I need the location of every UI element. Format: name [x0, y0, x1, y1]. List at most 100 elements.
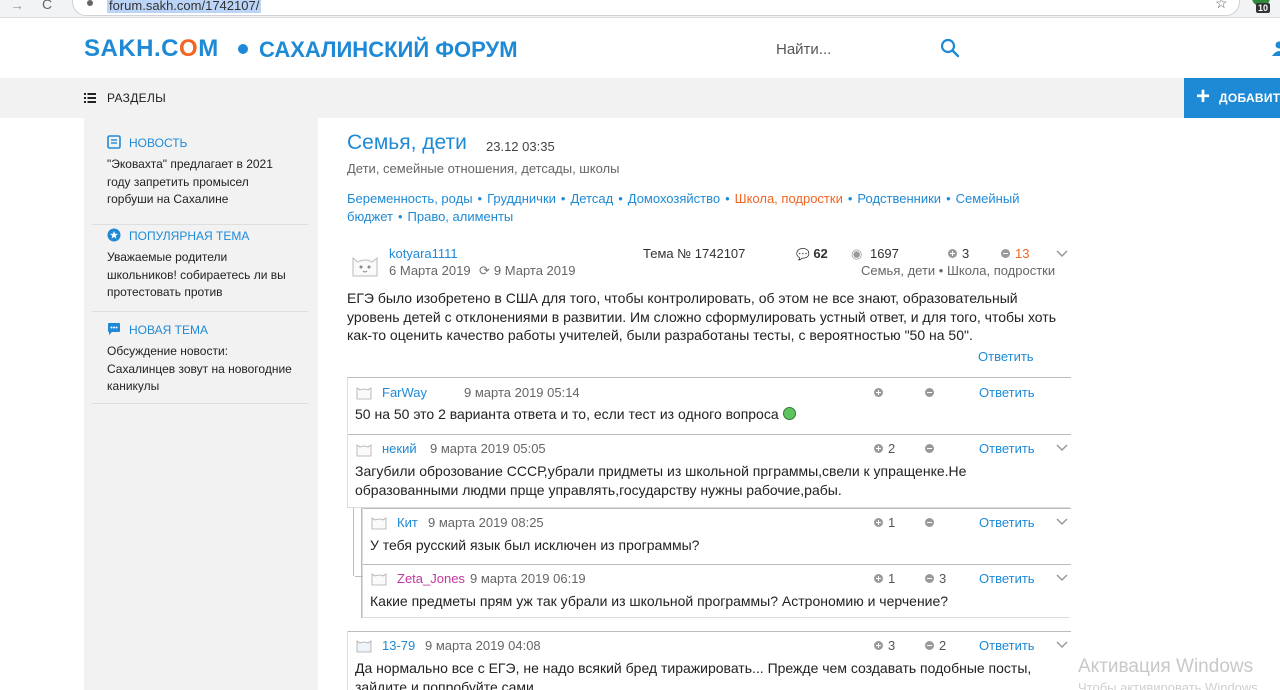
- reply-button[interactable]: Ответить: [979, 385, 1035, 400]
- add-button[interactable]: + ДОБАВИТЬ: [1184, 78, 1280, 118]
- comment-date: 9 марта 2019 06:19: [470, 571, 586, 586]
- comment-date: 9 марта 2019 08:25: [428, 515, 544, 530]
- comment-bubble-icon: 💬: [796, 249, 810, 261]
- site-title[interactable]: САХАЛИНСКИЙ ФОРУМ: [259, 37, 518, 63]
- user-icon[interactable]: [1270, 40, 1280, 58]
- comment-author[interactable]: Кит: [397, 515, 418, 530]
- comment-date: 9 марта 2019 04:08: [425, 638, 541, 653]
- subcategory-link[interactable]: Беременность, роды: [347, 191, 473, 206]
- search-icon[interactable]: [940, 38, 960, 58]
- sidebar-popular-text[interactable]: Уважаемые родители школьников! собираете…: [107, 249, 297, 302]
- subcategory-link[interactable]: Право, алименты: [408, 209, 514, 224]
- plus-vote[interactable]: [874, 385, 888, 400]
- reply-button[interactable]: Ответить: [979, 441, 1035, 456]
- comment: 13-79 9 марта 2019 04:08 3 2 Ответить Да…: [347, 631, 1071, 690]
- chevron-down-icon[interactable]: [1056, 518, 1068, 526]
- url-text[interactable]: forum.sakh.com/1742107/: [107, 0, 262, 13]
- address-bar[interactable]: forum.sakh.com/1742107/ ☆: [72, 0, 1240, 16]
- minus-vote[interactable]: [925, 515, 939, 530]
- topic-number: Тема № 1742107: [643, 246, 746, 261]
- sidebar-new-topic-title[interactable]: НОВАЯ ТЕМА: [129, 323, 208, 337]
- reload-icon[interactable]: C: [42, 0, 52, 12]
- comment-date: 9 марта 2019 05:14: [464, 385, 580, 400]
- news-icon: [107, 135, 121, 149]
- avatar[interactable]: [371, 572, 387, 586]
- chevron-down-icon[interactable]: [1056, 641, 1068, 649]
- chat-icon: [108, 323, 120, 335]
- plus-icon: +: [1196, 83, 1211, 110]
- comment: Zeta_Jones 9 марта 2019 06:19 1 3 Ответи…: [355, 564, 1071, 618]
- subcategory-link[interactable]: Домохозяйство: [628, 191, 720, 206]
- forum-time: 23.12 03:35: [486, 139, 555, 154]
- subcategory-link[interactable]: Детсад: [570, 191, 613, 206]
- sidebar-popular-title[interactable]: ПОПУЛЯРНАЯ ТЕМА: [129, 229, 249, 243]
- avatar[interactable]: [356, 443, 372, 457]
- forum-title[interactable]: Семья, дети: [347, 131, 467, 155]
- subcategory-link-active[interactable]: Школа, подростки: [735, 191, 843, 206]
- reply-button[interactable]: Ответить: [979, 515, 1035, 530]
- topic-categories[interactable]: Семья, дети • Школа, подростки: [861, 263, 1055, 278]
- reply-button[interactable]: Ответить: [979, 638, 1035, 653]
- chevron-down-icon[interactable]: [1056, 574, 1068, 582]
- sidebar: НОВОСТЬ "Эковахта" предлагает в 2021 год…: [84, 118, 318, 690]
- comment-text: Какие предметы прям уж так убрали из шко…: [370, 593, 949, 609]
- search-input[interactable]: [776, 38, 926, 60]
- plus-vote[interactable]: 3: [948, 246, 969, 261]
- avatar[interactable]: [371, 516, 387, 530]
- avatar[interactable]: [356, 639, 372, 653]
- sidebar-popular: ПОПУЛЯРНАЯ ТЕМА Уважаемые родители школь…: [92, 228, 308, 312]
- plus-vote[interactable]: 1: [874, 515, 895, 530]
- forum-description: Дети, семейные отношения, детсады, школы: [347, 161, 620, 176]
- minus-vote[interactable]: 13: [1001, 246, 1029, 261]
- views-count: ◉ 1697: [851, 246, 899, 261]
- comment: некий 9 марта 2019 05:05 2 Ответить Загу…: [347, 434, 1071, 508]
- comment-text: 50 на 50 это 2 варианта ответа и то, есл…: [355, 405, 1055, 424]
- smiley-icon: [782, 407, 796, 420]
- site-header: SAKH.COM САХАЛИНСКИЙ ФОРУМ: [0, 18, 1280, 78]
- minus-vote[interactable]: 2: [925, 638, 946, 653]
- back-arrow-icon[interactable]: →: [10, 0, 24, 13]
- subcategory-list: Беременность, роды • Грудднички • Детсад • Дом…: [347, 191, 1020, 224]
- comment-date: 9 марта 2019 05:05: [430, 441, 546, 456]
- sections-bar: РАЗДЕЛЫ + ДОБАВИТЬ: [0, 78, 1280, 118]
- menu-list-icon[interactable]: [84, 92, 96, 104]
- sidebar-news-text[interactable]: "Эковахта" предлагает в 2021 году запрет…: [107, 156, 297, 209]
- comment: FarWay 9 марта 2019 05:14 Ответить 50 на…: [347, 377, 1071, 433]
- comment-author[interactable]: некий: [382, 441, 417, 456]
- plus-vote[interactable]: 1: [874, 571, 895, 586]
- topic-author[interactable]: kotyara1111: [389, 246, 458, 261]
- windows-activation-hint: Чтобы активировать Windows: [1078, 680, 1258, 690]
- subcategory-link[interactable]: Грудднички: [487, 191, 556, 206]
- lock-icon[interactable]: [87, 0, 93, 6]
- minus-vote[interactable]: [925, 385, 939, 400]
- plus-vote[interactable]: 2: [874, 441, 895, 456]
- sidebar-news: НОВОСТЬ "Эковахта" предлагает в 2021 год…: [92, 135, 308, 225]
- thread-line: [353, 508, 354, 576]
- comments-count[interactable]: 💬 62: [796, 246, 828, 261]
- chevron-down-icon[interactable]: [1056, 250, 1068, 258]
- browser-toolbar: → C forum.sakh.com/1742107/ ☆ 10: [0, 0, 1280, 18]
- avatar[interactable]: [350, 252, 380, 278]
- comment-author[interactable]: 13-79: [382, 638, 415, 653]
- comment-author[interactable]: Zeta_Jones: [397, 571, 465, 586]
- sections-menu-button[interactable]: РАЗДЕЛЫ: [107, 91, 166, 105]
- comment-author[interactable]: FarWay: [382, 385, 427, 400]
- minus-vote[interactable]: 3: [925, 571, 946, 586]
- minus-vote[interactable]: [925, 441, 939, 456]
- comment-text: Да нормально все с ЕГЭ, не надо всякий б…: [355, 660, 1032, 690]
- sidebar-news-title[interactable]: НОВОСТЬ: [129, 136, 187, 150]
- reply-button[interactable]: Ответить: [978, 349, 1034, 364]
- subcategory-link[interactable]: Родственники: [857, 191, 941, 206]
- site-logo[interactable]: SAKH.COM: [84, 36, 219, 62]
- chevron-down-icon[interactable]: [1056, 444, 1068, 452]
- comment-text: Загубили оброзование СССР,убрали придмет…: [355, 463, 967, 498]
- reply-button[interactable]: Ответить: [979, 571, 1035, 586]
- plus-vote[interactable]: 3: [874, 638, 895, 653]
- avatar[interactable]: [356, 386, 372, 400]
- sidebar-new-topic-text[interactable]: Обсуждение новости: Сахалинцев зовут на …: [107, 343, 297, 396]
- bookmark-star-icon[interactable]: ☆: [1215, 0, 1228, 10]
- windows-activation-watermark: Активация Windows: [1078, 656, 1254, 677]
- extension-icon[interactable]: 10: [1252, 0, 1272, 16]
- star-icon: [107, 228, 121, 242]
- sidebar-new-topic: НОВАЯ ТЕМА Обсуждение новости: Сахалинце…: [92, 322, 308, 404]
